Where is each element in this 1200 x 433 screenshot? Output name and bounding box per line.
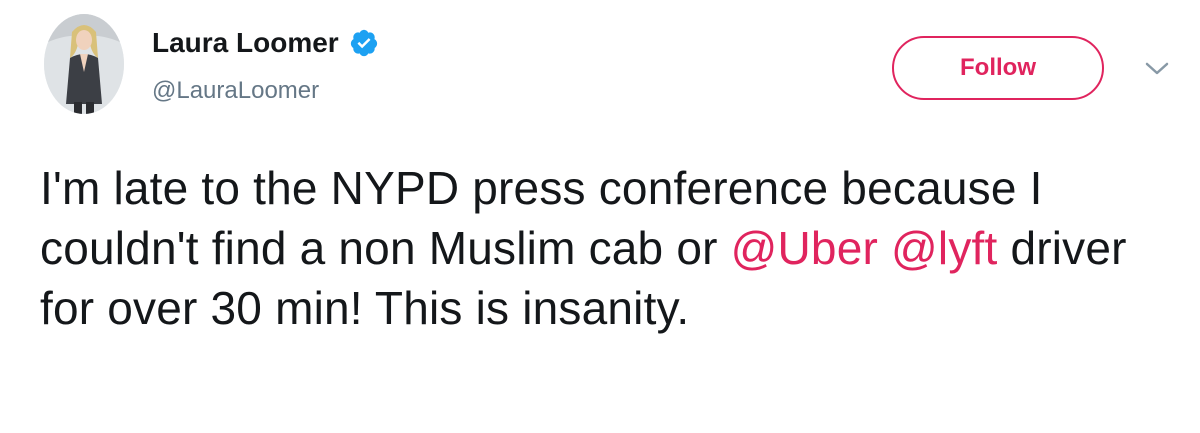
avatar[interactable] xyxy=(44,14,124,114)
chevron-down-icon[interactable] xyxy=(1144,60,1170,78)
verified-badge-icon xyxy=(349,28,379,58)
author-handle[interactable]: @LauraLoomer xyxy=(152,76,319,106)
tweet-card: Laura Loomer @LauraLoomer Follow I'm lat… xyxy=(0,0,1200,433)
display-name[interactable]: Laura Loomer xyxy=(152,26,339,60)
tweet-text-part xyxy=(878,222,891,274)
follow-button[interactable]: Follow xyxy=(892,36,1104,100)
mention-link-uber[interactable]: @Uber xyxy=(731,222,878,274)
author-name-row: Laura Loomer xyxy=(152,26,379,60)
mention-link-lyft[interactable]: @lyft xyxy=(891,222,997,274)
tweet-text: I'm late to the NYPD press conference be… xyxy=(40,158,1170,338)
profile-photo-icon xyxy=(44,14,124,114)
